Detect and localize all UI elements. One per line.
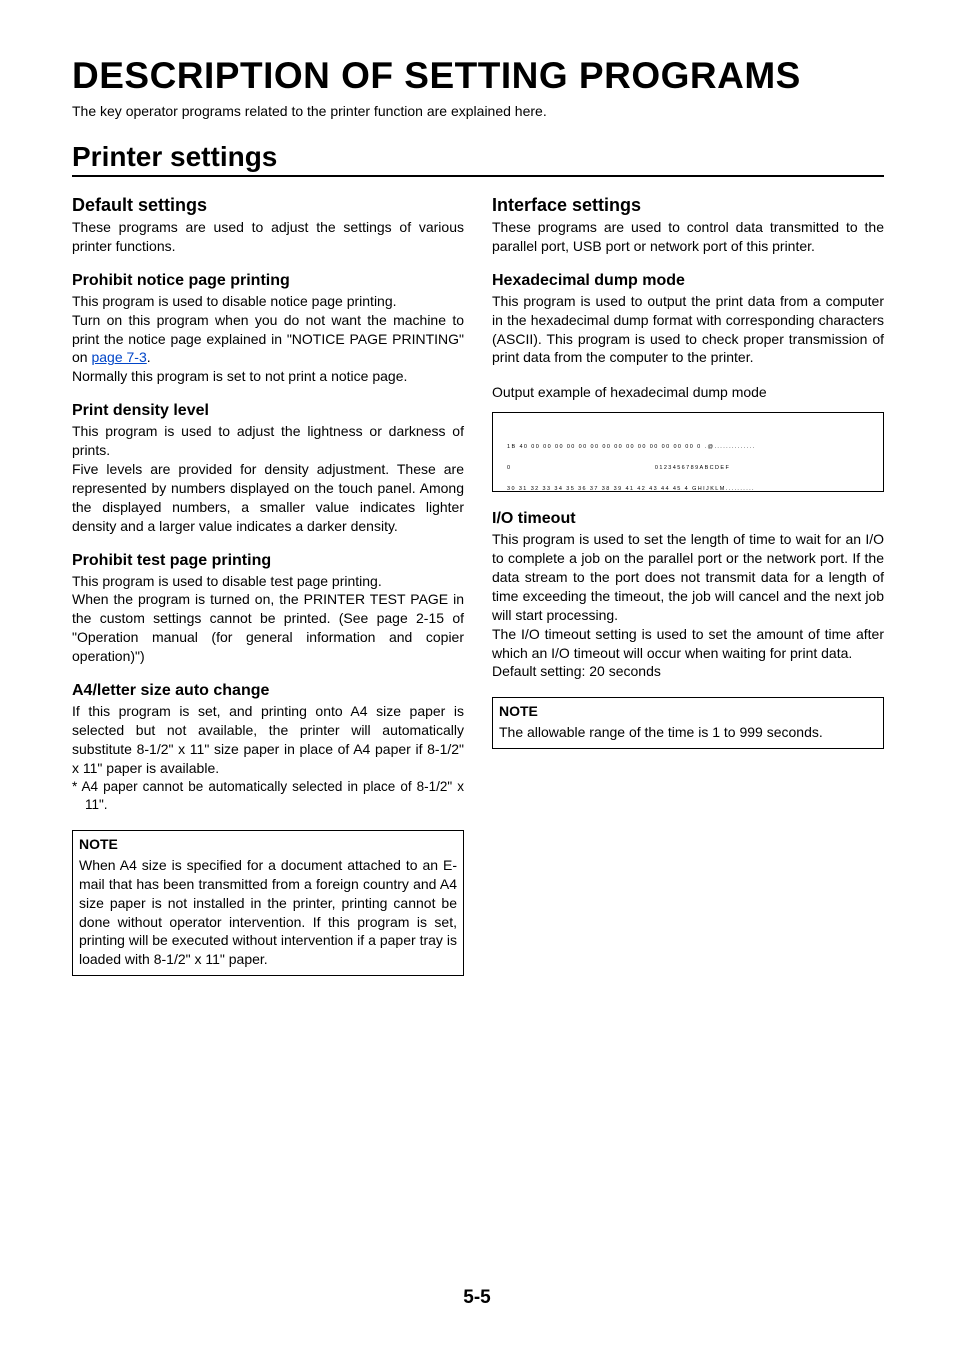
right-note-body: The allowable range of the time is 1 to … [499,723,877,742]
intro-text: The key operator programs related to the… [72,103,884,119]
a4-letter-block: A4/letter size auto change If this progr… [72,682,464,814]
prohibit-notice-heading: Prohibit notice page printing [72,272,464,290]
io-timeout-body-2: The I/O timeout setting is used to set t… [492,625,884,663]
prohibit-test-body-1: This program is used to disable test pag… [72,572,464,591]
left-note-label: NOTE [79,835,457,854]
hex-line: 1B 40 00 00 00 00 00 00 00 00 00 00 00 0… [507,444,873,451]
right-note-label: NOTE [499,702,877,721]
a4-letter-heading: A4/letter size auto change [72,682,464,700]
print-density-heading: Print density level [72,402,464,420]
io-timeout-body-1: This program is used to set the length o… [492,530,884,624]
prohibit-notice-text-b: . [147,349,151,365]
interface-settings-block: Interface settings These programs are us… [492,195,884,256]
prohibit-test-heading: Prohibit test page printing [72,552,464,570]
hex-line: 30 31 32 33 34 35 36 37 38 39 41 42 43 4… [507,486,873,492]
right-note-box: NOTE The allowable range of the time is … [492,697,884,749]
print-density-body-1: This program is used to adjust the light… [72,422,464,460]
prohibit-test-block: Prohibit test page printing This program… [72,552,464,666]
left-note-box: NOTE When A4 size is specified for a doc… [72,830,464,976]
a4-letter-footnote: * A4 paper cannot be automatically selec… [72,778,464,814]
default-settings-block: Default settings These programs are used… [72,195,464,256]
hex-dump-output-box: 1B 40 00 00 00 00 00 00 00 00 00 00 00 0… [492,412,884,492]
interface-settings-body: These programs are used to control data … [492,218,884,256]
prohibit-notice-body-3: Normally this program is set to not prin… [72,367,464,386]
prohibit-test-body-2: When the program is turned on, the PRINT… [72,590,464,666]
page-7-3-link[interactable]: page 7-3 [91,349,146,365]
hex-dump-caption: Output example of hexadecimal dump mode [492,383,884,402]
right-column: Interface settings These programs are us… [492,195,884,976]
hex-dump-block: Hexadecimal dump mode This program is us… [492,272,884,368]
print-density-block: Print density level This program is used… [72,402,464,535]
hex-dump-heading: Hexadecimal dump mode [492,272,884,290]
io-timeout-heading: I/O timeout [492,510,884,528]
io-timeout-default: Default setting: 20 seconds [492,662,884,681]
io-timeout-block: I/O timeout This program is used to set … [492,510,884,681]
a4-letter-body: If this program is set, and printing ont… [72,702,464,778]
default-settings-heading: Default settings [72,195,464,216]
interface-settings-heading: Interface settings [492,195,884,216]
prohibit-notice-block: Prohibit notice page printing This progr… [72,272,464,386]
section-heading: Printer settings [72,141,884,177]
print-density-body-2: Five levels are provided for density adj… [72,460,464,536]
default-settings-body: These programs are used to adjust the se… [72,218,464,256]
left-note-body: When A4 size is specified for a document… [79,856,457,969]
prohibit-notice-body-2: Turn on this program when you do not wan… [72,311,464,368]
hex-dump-body: This program is used to output the print… [492,292,884,368]
hex-line: 0 0123456789ABCDEF [507,465,873,472]
prohibit-notice-body-1: This program is used to disable notice p… [72,292,464,311]
two-column-layout: Default settings These programs are used… [72,195,884,976]
left-column: Default settings These programs are used… [72,195,464,976]
page-number: 5-5 [0,1287,954,1309]
page-title: DESCRIPTION OF SETTING PROGRAMS [72,55,884,97]
